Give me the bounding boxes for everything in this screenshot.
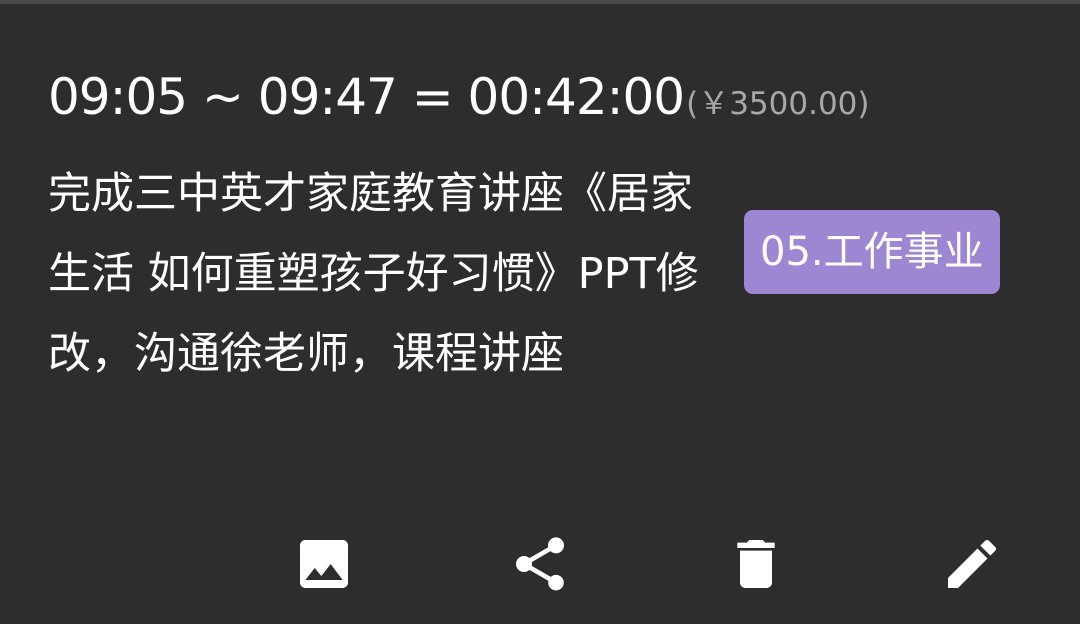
image-button[interactable] xyxy=(292,532,356,596)
category-badge[interactable]: 05.工作事业 xyxy=(744,210,1000,294)
amount-text: (￥3500.00) xyxy=(686,86,870,122)
time-range-text: 09:05 ~ 09:47 = 00:42:00 xyxy=(48,68,685,126)
trash-icon xyxy=(737,540,775,588)
delete-button[interactable] xyxy=(724,532,788,596)
action-bar xyxy=(0,532,1080,596)
share-icon xyxy=(516,537,564,591)
record-description: 完成三中英才家庭教育讲座《居家生活 如何重塑孩子好习惯》PPT修改，沟通徐老师，… xyxy=(48,169,699,379)
edit-button[interactable] xyxy=(940,532,1004,596)
image-icon xyxy=(300,540,348,588)
pencil-icon xyxy=(948,539,997,588)
share-button[interactable] xyxy=(508,532,572,596)
time-summary: 09:05 ~ 09:47 = 00:42:00 (￥3500.00) xyxy=(48,62,870,132)
time-record-card[interactable]: 09:05 ~ 09:47 = 00:42:00 (￥3500.00) 完成三中… xyxy=(0,4,1080,624)
